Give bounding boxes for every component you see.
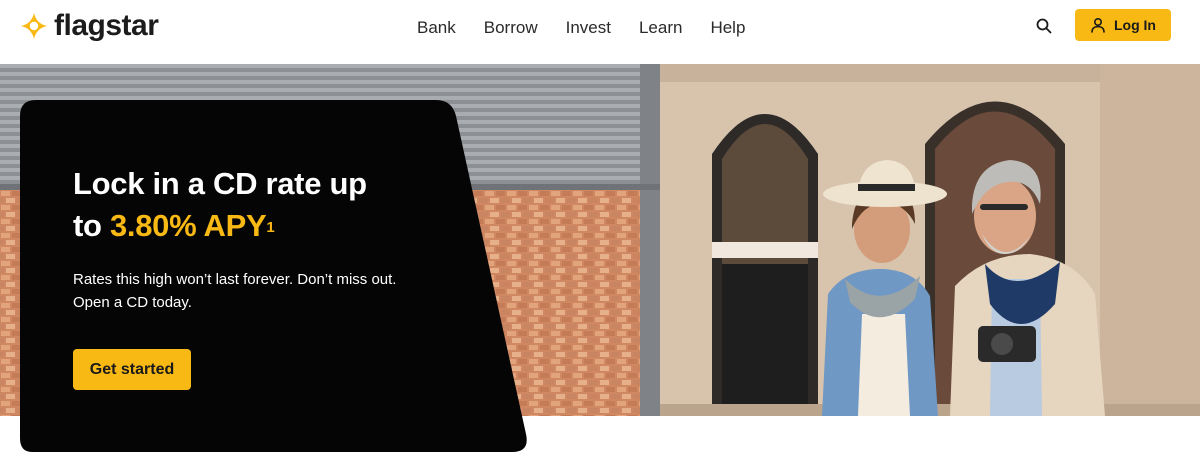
hero-footnote[interactable]: 1 — [266, 219, 274, 236]
brand-name: flagstar — [54, 9, 159, 42]
search-button[interactable] — [1032, 14, 1056, 38]
hero-rate: 3.80% APY — [109, 208, 267, 243]
flagstar-star-icon — [21, 13, 47, 39]
user-icon — [1091, 17, 1105, 33]
nav-item-invest[interactable]: Invest — [552, 16, 625, 40]
nav-item-bank[interactable]: Bank — [403, 16, 470, 40]
search-icon — [1036, 18, 1052, 34]
hero-subtitle: Rates this high won’t last forever. Don’… — [73, 271, 397, 311]
flagstar-logo[interactable]: flagstar — [20, 8, 159, 44]
site-header: flagstar Bank Borrow Invest Learn Help L… — [0, 0, 1200, 64]
login-button[interactable]: Log In — [1075, 9, 1171, 41]
nav-item-borrow[interactable]: Borrow — [470, 16, 552, 40]
hero-title-line1: Lock in a CD rate up — [73, 166, 367, 201]
hero-title: Lock in a CD rate up to 3.80% APY1 — [73, 163, 473, 247]
nav-item-learn[interactable]: Learn — [625, 16, 696, 40]
main-nav: Bank Borrow Invest Learn Help — [403, 16, 759, 40]
hero-title-prefix: to — [73, 208, 110, 243]
get-started-button[interactable]: Get started — [73, 349, 191, 390]
login-label: Log In — [1114, 17, 1156, 33]
nav-item-help[interactable]: Help — [696, 16, 759, 40]
